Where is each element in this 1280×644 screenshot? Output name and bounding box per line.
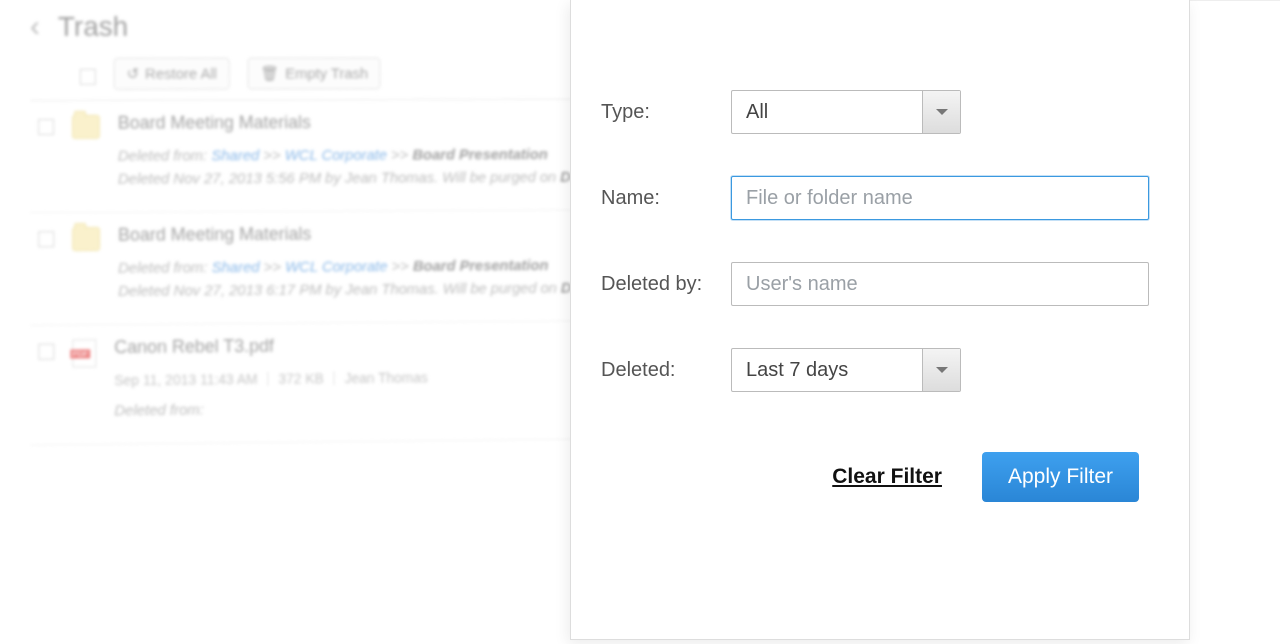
deleted-label: Deleted: [601,359,731,382]
deleted-select-value: Last 7 days [732,359,862,382]
trash-icon: 🗑 [260,65,279,83]
row-checkbox[interactable] [38,231,54,247]
row-checkbox[interactable] [38,119,54,135]
deleted-by-input[interactable] [731,262,1149,306]
undo-icon: ↺ [127,65,140,83]
filter-row-name: Name: [601,176,1149,220]
path-link[interactable]: Board Presentation [412,146,547,163]
path-link[interactable]: WCL Corporate [285,258,387,276]
restore-all-button[interactable]: ↺ Restore All [114,58,230,90]
filter-actions: Clear Filter Apply Filter [601,452,1149,502]
clear-filter-button[interactable]: Clear Filter [832,465,942,489]
filter-panel: Type: All Name: Deleted by: Deleted: Las… [570,0,1190,640]
path-link[interactable]: Board Presentation [413,257,548,275]
filter-row-type: Type: All [601,90,1149,134]
restore-all-label: Restore All [145,65,217,82]
deleted-select[interactable]: Last 7 days [731,348,961,392]
path-link[interactable]: Shared [211,147,259,164]
apply-filter-button[interactable]: Apply Filter [982,452,1139,502]
deleted-by-label: Deleted by: [601,273,731,296]
path-link[interactable]: Shared [212,259,260,276]
type-select-value: All [732,101,782,124]
back-icon[interactable]: ‹ [30,10,40,44]
row-checkbox[interactable] [38,344,54,360]
empty-trash-label: Empty Trash [285,65,368,82]
chevron-down-icon [922,349,960,391]
name-label: Name: [601,187,731,210]
page-title: Trash [58,11,128,43]
page-edge [1188,0,1280,640]
filter-row-deleted: Deleted: Last 7 days [601,348,1149,392]
pdf-icon: PDF [72,339,96,367]
filter-row-deleted-by: Deleted by: [601,262,1149,306]
chevron-down-icon [922,91,960,133]
empty-trash-button[interactable]: 🗑 Empty Trash [248,57,381,89]
name-input[interactable] [731,176,1149,220]
select-all-checkbox[interactable] [80,69,96,85]
type-select[interactable]: All [731,90,961,134]
type-label: Type: [601,101,731,124]
path-link[interactable]: WCL Corporate [285,147,387,164]
folder-icon [72,227,100,251]
folder-icon [72,115,100,139]
